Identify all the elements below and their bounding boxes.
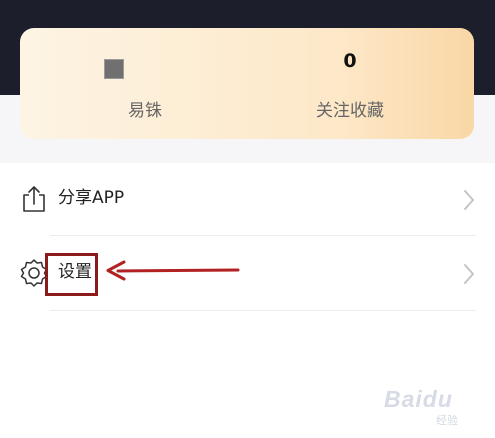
- divider: [50, 235, 476, 236]
- chevron-right-icon: [464, 264, 474, 284]
- watermark-subtext: 经验: [436, 414, 458, 427]
- stat-yizhu[interactable]: 易铢: [55, 28, 235, 139]
- stats-card: 易铢 0 关注收藏: [20, 28, 474, 139]
- annotation-arrow-icon: [106, 260, 240, 281]
- baidu-watermark: Baidu 经验: [366, 380, 490, 432]
- stat-value-placeholder-icon: [104, 59, 124, 79]
- annotation-highlight-box: [45, 253, 98, 296]
- divider: [50, 310, 476, 311]
- stat-value: 0: [343, 50, 357, 72]
- stat-label: 易铢: [128, 101, 162, 121]
- stat-label: 关注收藏: [316, 101, 384, 121]
- menu-item-label: 分享APP: [58, 188, 125, 208]
- share-icon: [23, 186, 45, 212]
- stat-favorites[interactable]: 0 关注收藏: [260, 28, 440, 139]
- menu-item-share-app[interactable]: 分享APP: [0, 164, 495, 234]
- chevron-right-icon: [464, 190, 474, 210]
- watermark-text: Baidu: [384, 386, 453, 412]
